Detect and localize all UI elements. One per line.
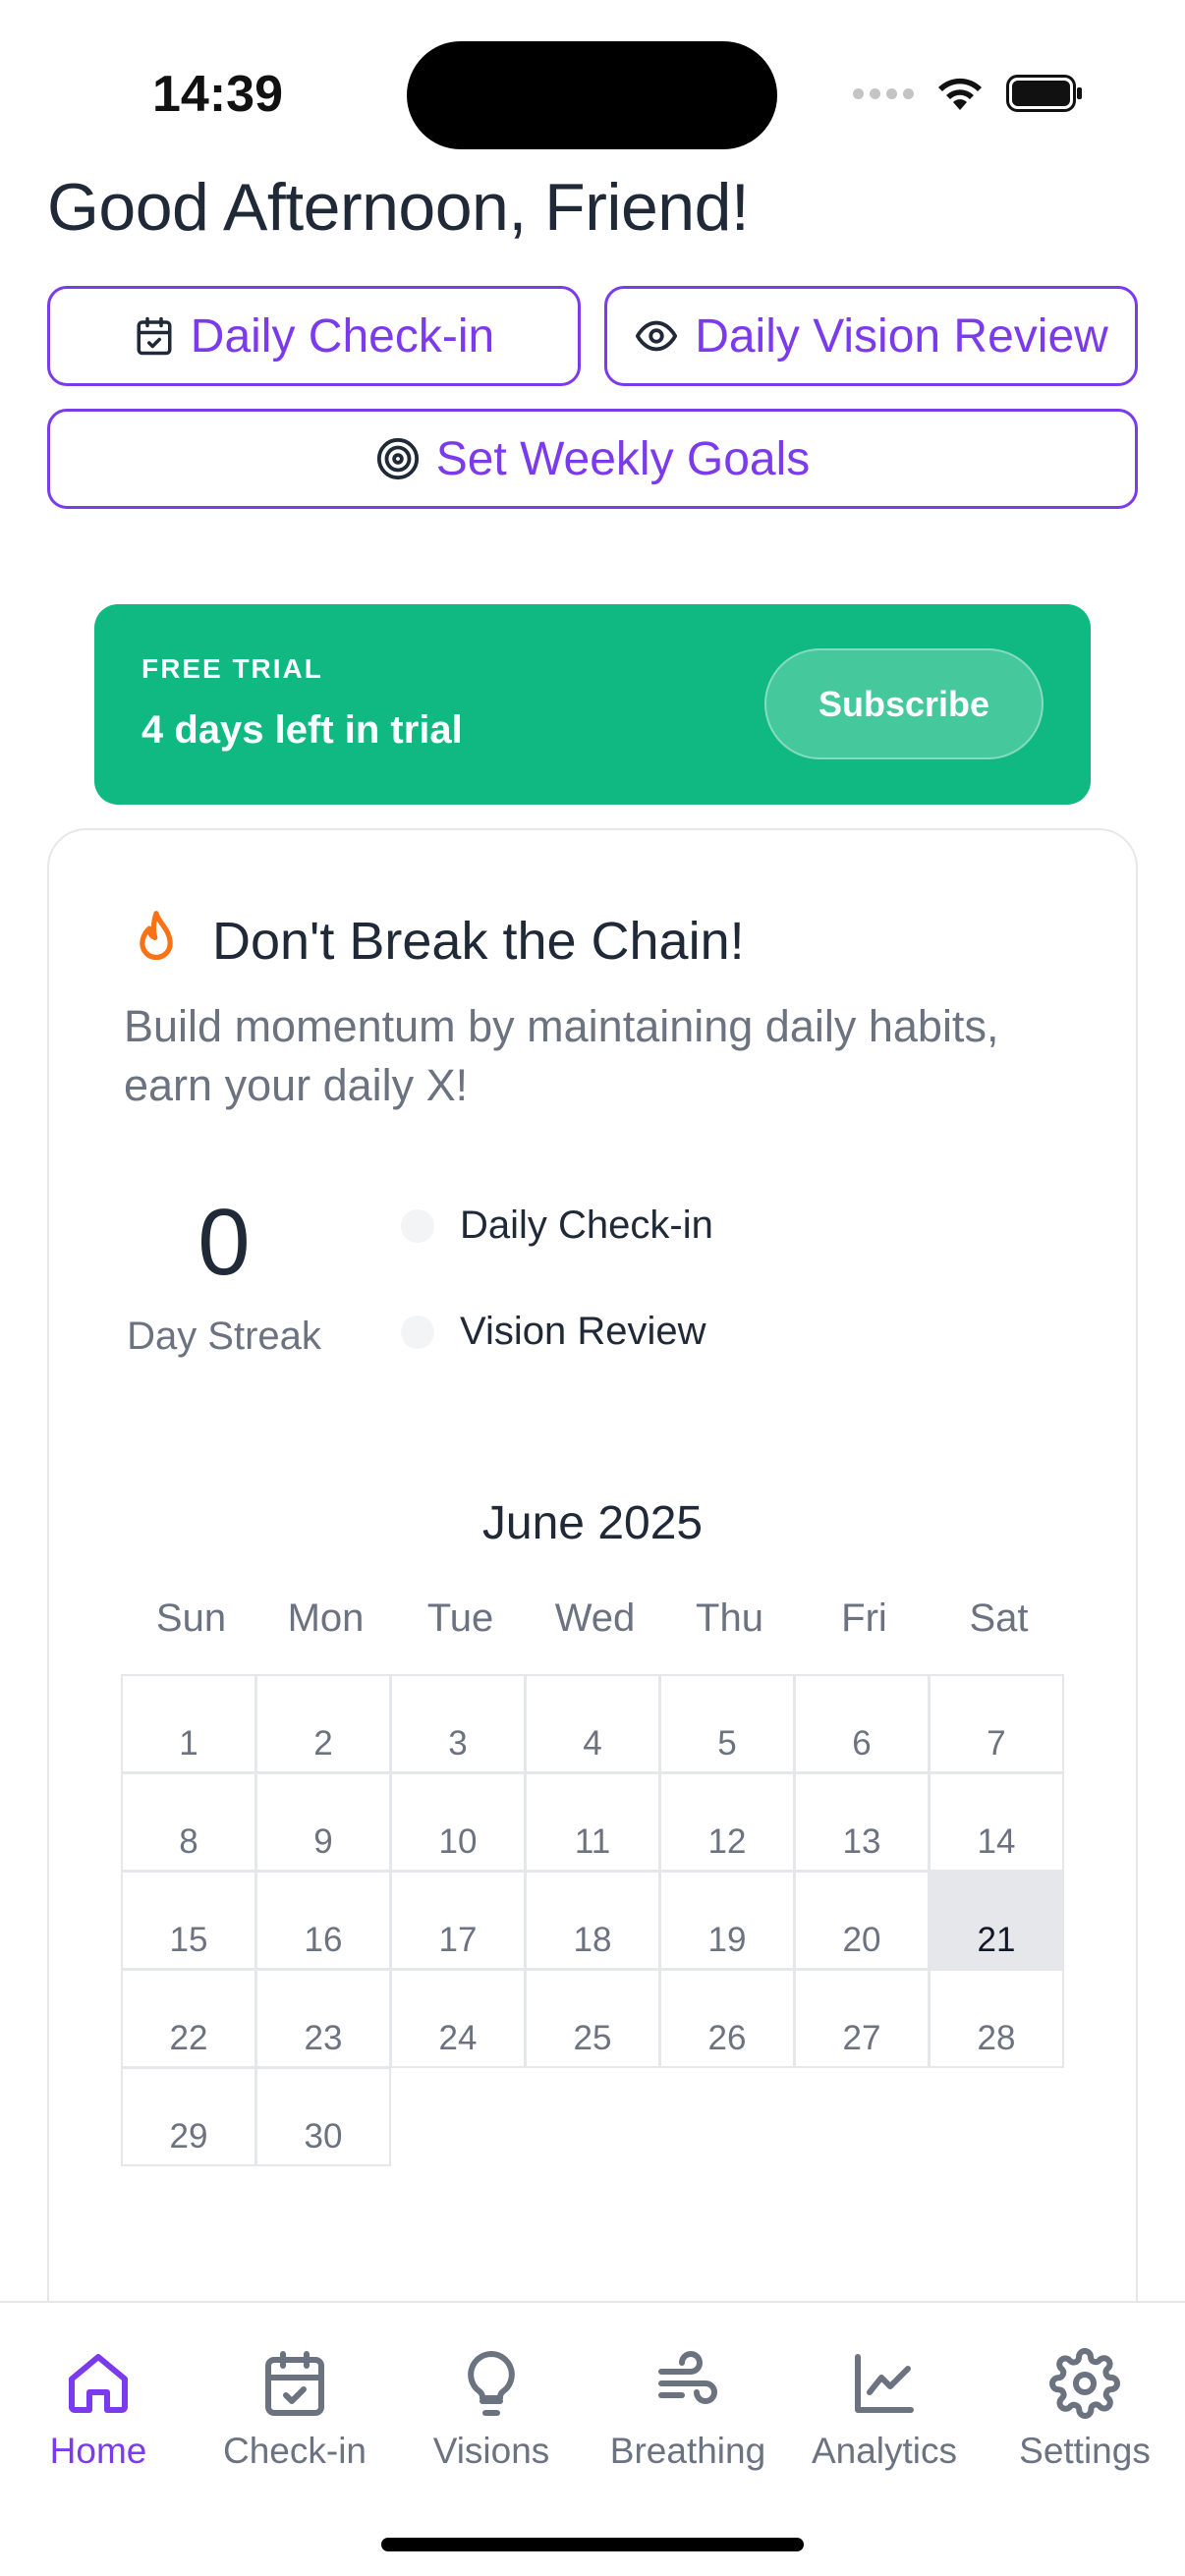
calendar-day[interactable]: 12	[659, 1772, 795, 1872]
set-weekly-goals-button[interactable]: Set Weekly Goals	[47, 409, 1138, 509]
home-indicator	[381, 2538, 804, 2551]
calendar-day[interactable]: 30	[255, 2067, 391, 2166]
tab-label: Settings	[1019, 2431, 1151, 2471]
calendar-day[interactable]: 16	[255, 1871, 391, 1970]
tab-visions[interactable]: Visions	[403, 2348, 580, 2472]
habit-daily-checkin: Daily Check-in	[401, 1204, 713, 1248]
calendar-day[interactable]: 25	[525, 1969, 660, 2068]
trial-days-left: 4 days left in trial	[141, 708, 463, 752]
trial-label: FREE TRIAL	[141, 653, 323, 684]
gear-icon	[1049, 2348, 1120, 2419]
tab-label: Check-in	[223, 2431, 367, 2471]
status-icons	[853, 75, 1083, 112]
calendar-day[interactable]: 6	[794, 1674, 930, 1773]
calendar-day[interactable]: 26	[659, 1969, 795, 2068]
weekday-label: Wed	[554, 1596, 636, 1640]
weekday-label: Sun	[155, 1596, 227, 1640]
tab-label: Analytics	[811, 2431, 958, 2471]
status-time: 14:39	[152, 66, 283, 123]
tab-label: Home	[49, 2431, 147, 2471]
calendar-check-icon	[265, 2351, 324, 2416]
tab-checkin[interactable]: Check-in	[206, 2348, 383, 2472]
calendar-day[interactable]: 8	[121, 1772, 256, 1872]
tab-bar: Home Check-in Visions Breathing Analytic…	[0, 2301, 1185, 2576]
tab-home[interactable]: Home	[10, 2348, 187, 2472]
tab-analytics[interactable]: Analytics	[796, 2348, 973, 2472]
weekday-label: Thu	[696, 1596, 763, 1640]
habit-label: Vision Review	[460, 1310, 706, 1353]
calendar-day[interactable]: 15	[121, 1871, 256, 1970]
calendar-day[interactable]: 13	[794, 1772, 930, 1872]
calendar-day[interactable]: 20	[794, 1871, 930, 1970]
calendar-day[interactable]: 19	[659, 1871, 795, 1970]
weekday-label: Fri	[841, 1596, 887, 1640]
tab-breathing[interactable]: Breathing	[599, 2348, 776, 2472]
calendar-day[interactable]: 17	[390, 1871, 526, 1970]
streak-card: Don't Break the Chain! Build momentum by…	[47, 828, 1138, 2361]
calendar-day[interactable]: 10	[390, 1772, 526, 1872]
home-icon	[69, 2354, 128, 2413]
streak-card-title: Don't Break the Chain!	[212, 912, 745, 971]
lightbulb-icon	[468, 2351, 515, 2416]
streak-card-header: Don't Break the Chain!	[128, 909, 745, 974]
calendar-day[interactable]: 27	[794, 1969, 930, 2068]
tab-label: Visions	[432, 2431, 550, 2471]
daily-checkin-label: Daily Check-in	[190, 309, 495, 363]
calendar-day[interactable]: 5	[659, 1674, 795, 1773]
wifi-icon	[938, 78, 982, 110]
calendar-day[interactable]: 11	[525, 1772, 660, 1872]
signal-icon	[853, 87, 914, 99]
habit-status-dot	[401, 1208, 434, 1243]
daily-checkin-button[interactable]: Daily Check-in	[47, 286, 581, 386]
calendar-grid: 1 2 3 4 5 6 7 8 9 10 11 12 13 14 15 16 17 18 19 20 21 22 23 24 2…	[121, 1674, 1067, 2166]
calendar-weekdays: Sun Mon Tue Wed Thu Fri Sat	[124, 1596, 1067, 1641]
habit-vision-review: Vision Review	[401, 1310, 706, 1354]
dynamic-island	[407, 41, 777, 149]
calendar-day[interactable]: 9	[255, 1772, 391, 1872]
calendar-day[interactable]: 14	[929, 1772, 1064, 1872]
free-trial-banner: FREE TRIAL 4 days left in trial Subscrib…	[94, 604, 1091, 805]
flame-icon	[140, 911, 173, 961]
subscribe-button[interactable]: Subscribe	[764, 648, 1044, 759]
streak-count: 0	[198, 1190, 251, 1295]
weekday-label: Sat	[969, 1596, 1029, 1640]
tab-label: Breathing	[609, 2431, 766, 2471]
calendar-month: June 2025	[481, 1497, 704, 1549]
daily-vision-review-label: Daily Vision Review	[695, 309, 1108, 363]
calendar-day[interactable]: 4	[525, 1674, 660, 1773]
target-icon	[376, 437, 419, 480]
eye-icon	[636, 320, 678, 352]
calendar-day[interactable]: 21	[929, 1871, 1064, 1970]
habit-label: Daily Check-in	[460, 1204, 713, 1247]
streak-label: Day Streak	[127, 1315, 321, 1358]
calendar-day[interactable]: 23	[255, 1969, 391, 2068]
calendar-day[interactable]: 24	[390, 1969, 526, 2068]
weekday-label: Tue	[426, 1596, 494, 1640]
weekday-label: Mon	[287, 1596, 365, 1640]
calendar-day[interactable]: 29	[121, 2067, 256, 2166]
calendar-day[interactable]: 22	[121, 1969, 256, 2068]
streak-card-subtitle: Build momentum by maintaining daily habi…	[124, 1001, 999, 1110]
calendar-day[interactable]: 3	[390, 1674, 526, 1773]
chart-line-icon	[855, 2354, 914, 2413]
calendar-day[interactable]: 2	[255, 1674, 391, 1773]
calendar-day[interactable]: 1	[121, 1674, 256, 1773]
calendar-day[interactable]: 28	[929, 1969, 1064, 2068]
habit-status-dot	[401, 1315, 434, 1349]
calendar-check-icon	[137, 316, 172, 356]
greeting-title: Good Afternoon, Friend!	[47, 170, 750, 245]
screen: 14:39 Good Afternoon, Friend! Daily Chec…	[0, 0, 1185, 2576]
wind-icon	[658, 2351, 717, 2404]
tab-settings[interactable]: Settings	[996, 2348, 1173, 2472]
daily-vision-review-button[interactable]: Daily Vision Review	[604, 286, 1138, 386]
calendar-day[interactable]: 7	[929, 1674, 1064, 1773]
set-weekly-goals-label: Set Weekly Goals	[435, 432, 811, 485]
battery-icon	[1006, 75, 1082, 112]
calendar-day[interactable]: 18	[525, 1871, 660, 1970]
